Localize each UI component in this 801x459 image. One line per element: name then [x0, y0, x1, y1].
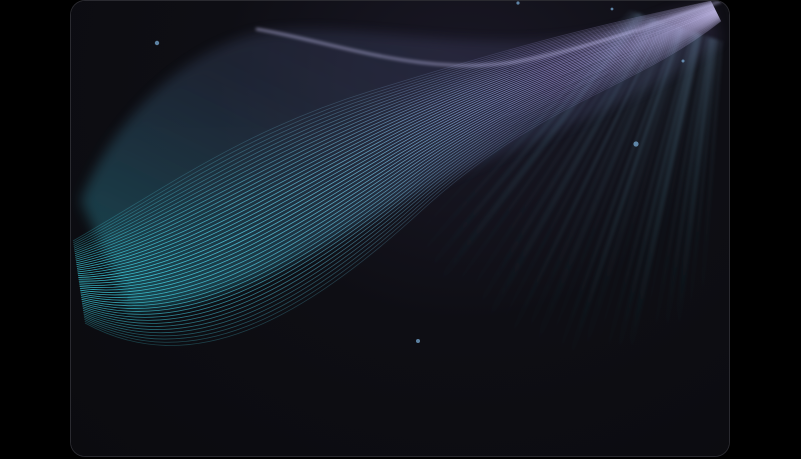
light-particle [416, 339, 420, 343]
abstract-wave-artwork [72, 1, 723, 362]
page-background [0, 0, 801, 459]
light-particle [154, 40, 160, 46]
light-particle [681, 59, 685, 63]
light-particle [633, 141, 639, 147]
light-particle [516, 1, 520, 5]
display-screen [71, 1, 729, 456]
light-particle [610, 7, 614, 11]
